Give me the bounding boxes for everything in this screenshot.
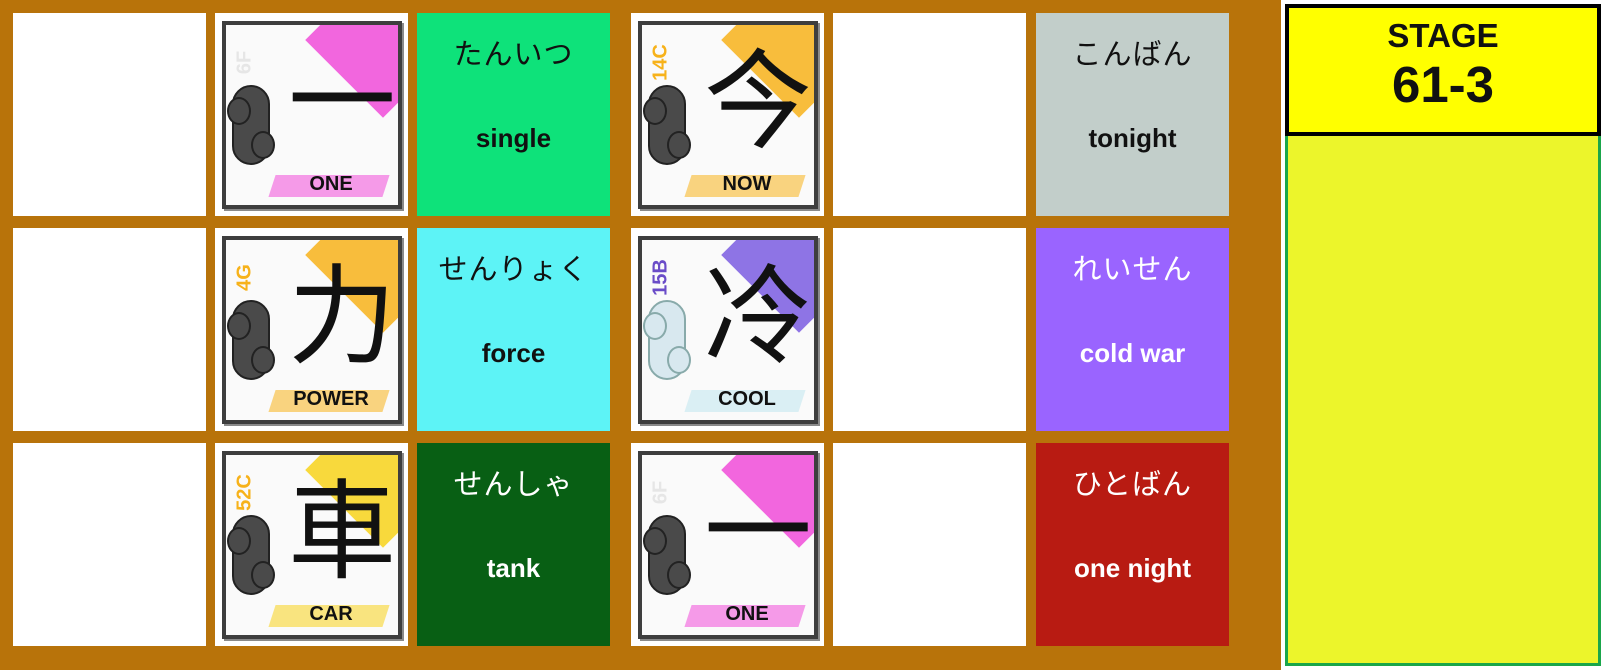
stage-body: [1285, 136, 1601, 666]
game-board: 6F 一 ONE たんいつ single 14C 今 NOW こんばん toni…: [0, 0, 1281, 670]
stage-title: STAGE: [1387, 17, 1499, 54]
stage-header: STAGE 61-3: [1285, 4, 1601, 136]
kanji-card[interactable]: 4G 力 POWER: [215, 228, 408, 431]
kanji-grade: 6F: [649, 480, 672, 505]
kanji-card[interactable]: 52C 車 CAR: [215, 443, 408, 646]
kanji-card-face: 6F 一 ONE: [222, 21, 402, 209]
kanji-card-face: 6F 一 ONE: [638, 451, 818, 639]
kanji-character: 一: [703, 470, 812, 595]
word-reading: せんりょく: [438, 252, 589, 286]
word-card[interactable]: こんばん tonight: [1036, 13, 1229, 216]
kanji-grade: 15B: [649, 259, 672, 296]
kanji-meaning: POWER: [293, 388, 369, 410]
word-card[interactable]: せんりょく force: [417, 228, 610, 431]
word-meaning: tank: [486, 553, 541, 583]
stage-panel: STAGE 61-3: [1281, 0, 1604, 670]
kanji-meaning: COOL: [718, 388, 776, 410]
empty-slot[interactable]: [833, 443, 1026, 646]
kanji-character: 力: [287, 255, 396, 380]
kanji-grade: 4G: [233, 264, 256, 291]
kanji-meaning-badge: NOW: [682, 171, 812, 199]
word-card[interactable]: せんしゃ tank: [417, 443, 610, 646]
empty-slot[interactable]: [833, 228, 1026, 431]
kanji-card[interactable]: 15B 冷 COOL: [631, 228, 824, 431]
empty-slot[interactable]: [833, 13, 1026, 216]
stage-number: 61-3: [1391, 56, 1495, 113]
kanji-card-face: 14C 今 NOW: [638, 21, 818, 209]
kanji-card-face: 52C 車 CAR: [222, 451, 402, 639]
word-meaning: tonight: [1088, 123, 1177, 153]
kanji-meaning-badge: COOL: [682, 386, 812, 414]
kanji-card[interactable]: 6F 一 ONE: [631, 443, 824, 646]
word-reading: たんいつ: [453, 37, 574, 71]
kanji-meaning-badge: ONE: [682, 601, 812, 629]
empty-slot[interactable]: [13, 443, 206, 646]
empty-slot[interactable]: [13, 13, 206, 216]
kanji-meaning-badge: ONE: [266, 171, 396, 199]
kanji-card[interactable]: 14C 今 NOW: [631, 13, 824, 216]
word-card[interactable]: たんいつ single: [417, 13, 610, 216]
word-reading: せんしゃ: [453, 467, 574, 501]
kanji-meaning: NOW: [722, 173, 772, 195]
kanji-card-face: 15B 冷 COOL: [638, 236, 818, 424]
kanji-meaning-badge: CAR: [266, 601, 396, 629]
kanji-character: 今: [703, 40, 812, 165]
kanji-card[interactable]: 6F 一 ONE: [215, 13, 408, 216]
kanji-meaning-badge: POWER: [266, 386, 396, 414]
word-meaning: one night: [1074, 553, 1191, 583]
word-reading: れいせん: [1072, 252, 1193, 286]
kanji-meaning: ONE: [725, 603, 769, 625]
empty-slot[interactable]: [13, 228, 206, 431]
kanji-card-face: 4G 力 POWER: [222, 236, 402, 424]
kanji-character: 車: [287, 470, 396, 595]
kanji-character: 冷: [703, 255, 812, 380]
kanji-grade: 52C: [233, 474, 256, 511]
word-meaning: cold war: [1079, 338, 1186, 368]
kanji-grade: 14C: [649, 44, 672, 81]
word-reading: ひとばん: [1072, 467, 1193, 501]
kanji-meaning: ONE: [309, 173, 353, 195]
word-card[interactable]: れいせん cold war: [1036, 228, 1229, 431]
kanji-grade: 6F: [233, 50, 256, 75]
kanji-meaning: CAR: [309, 603, 353, 625]
word-meaning: single: [475, 123, 552, 153]
kanji-character: 一: [287, 40, 396, 165]
word-meaning: force: [481, 338, 546, 368]
word-card[interactable]: ひとばん one night: [1036, 443, 1229, 646]
word-reading: こんばん: [1072, 37, 1193, 71]
